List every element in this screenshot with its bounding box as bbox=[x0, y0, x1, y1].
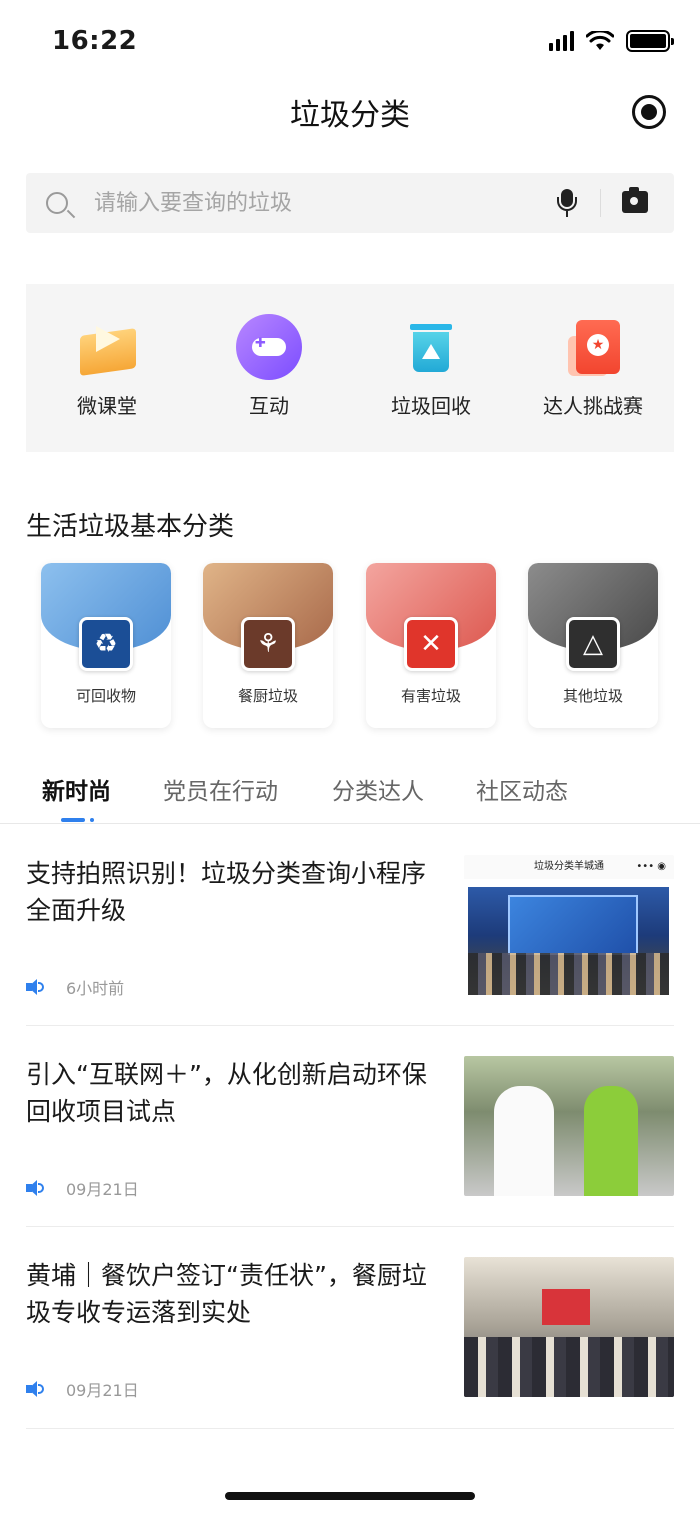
quick-item-label: 互动 bbox=[249, 394, 289, 418]
news-tabs: 新时尚 党员在行动 分类达人 社区动态 bbox=[0, 768, 700, 824]
news-meta: 09月21日 bbox=[26, 1377, 139, 1401]
news-thumbnail bbox=[464, 1257, 674, 1397]
recycle-bin-icon bbox=[398, 314, 464, 380]
tab-trend[interactable]: 新时尚 bbox=[42, 772, 111, 806]
hazardous-icon: ✕ bbox=[404, 617, 458, 671]
home-indicator[interactable] bbox=[225, 1492, 475, 1500]
microphone-icon[interactable] bbox=[557, 189, 577, 219]
quick-item-label: 垃圾回收 bbox=[391, 394, 471, 418]
news-title: 引入“互联网＋”，从化创新启动环保回收项目试点 bbox=[26, 1060, 427, 1126]
tab-party-members[interactable]: 党员在行动 bbox=[163, 772, 278, 806]
news-item[interactable]: 支持拍照识别！垃圾分类查询小程序全面升级 6小时前 垃圾分类羊城通 ••• ◉ bbox=[26, 855, 674, 1025]
category-card-food-waste[interactable]: ⚘ 餐厨垃圾 bbox=[203, 563, 333, 728]
category-label: 可回收物 bbox=[75, 687, 136, 705]
category-label: 餐厨垃圾 bbox=[237, 687, 298, 705]
news-photo bbox=[468, 887, 669, 995]
news-meta: 09月21日 bbox=[26, 1176, 139, 1200]
quick-item-recycle[interactable]: 垃圾回收 bbox=[350, 314, 512, 419]
category-card-hazardous[interactable]: ✕ 有害垃圾 bbox=[366, 563, 496, 728]
quick-item-challenge[interactable]: ★ 达人挑战赛 bbox=[512, 314, 674, 419]
food-waste-icon: ⚘ bbox=[241, 617, 295, 671]
news-title: 支持拍照识别！垃圾分类查询小程序全面升级 bbox=[26, 859, 427, 925]
news-time: 6小时前 bbox=[66, 979, 125, 998]
quick-item-interact[interactable]: 互动 bbox=[188, 314, 350, 419]
recyclable-icon: ♻ bbox=[79, 617, 133, 671]
page-title: 垃圾分类 bbox=[290, 98, 410, 133]
speaker-icon[interactable] bbox=[26, 1381, 44, 1397]
tab-indicator-dot bbox=[90, 818, 94, 822]
battery-icon bbox=[626, 30, 674, 52]
tab-indicator bbox=[61, 818, 85, 822]
search-bar[interactable] bbox=[26, 173, 674, 233]
quick-item-course[interactable]: 微课堂 bbox=[26, 314, 188, 419]
news-divider bbox=[26, 1428, 674, 1429]
news-item[interactable]: 引入“互联网＋”，从化创新启动环保回收项目试点 09月21日 bbox=[26, 1056, 674, 1226]
other-waste-icon: △ bbox=[566, 617, 620, 671]
medal-icon: ★ bbox=[560, 314, 626, 380]
cellular-signal-icon bbox=[549, 31, 574, 51]
news-title: 黄埔｜餐饮户签订“责任状”，餐厨垃圾专收专运落到实处 bbox=[26, 1261, 427, 1327]
status-time: 16:22 bbox=[52, 26, 138, 56]
section-title: 生活垃圾基本分类 bbox=[26, 512, 235, 542]
news-time: 09月21日 bbox=[66, 1381, 139, 1400]
quick-menu: 微课堂 互动 垃圾回收 ★ 达人挑战赛 bbox=[26, 284, 674, 452]
category-label: 有害垃圾 bbox=[400, 687, 461, 705]
news-meta: 6小时前 bbox=[26, 975, 124, 999]
news-thumbnail bbox=[464, 1056, 674, 1196]
news-divider bbox=[26, 1025, 674, 1026]
speaker-icon[interactable] bbox=[26, 1180, 44, 1196]
record-button-icon[interactable] bbox=[632, 95, 666, 129]
status-icons bbox=[549, 30, 674, 52]
speaker-icon[interactable] bbox=[26, 979, 44, 995]
search-icon bbox=[46, 192, 68, 214]
news-thumbnail: 垃圾分类羊城通 ••• ◉ bbox=[464, 855, 674, 995]
quick-item-label: 达人挑战赛 bbox=[543, 394, 643, 418]
gamepad-icon bbox=[236, 314, 302, 380]
status-bar: 16:22 bbox=[0, 0, 700, 84]
category-card-recyclable[interactable]: ♻ 可回收物 bbox=[41, 563, 171, 728]
wifi-icon bbox=[586, 31, 614, 50]
tab-community[interactable]: 社区动态 bbox=[476, 772, 568, 806]
thumbnail-header: 垃圾分类羊城通 ••• ◉ bbox=[464, 855, 674, 879]
camera-icon[interactable] bbox=[622, 187, 648, 213]
category-label: 其他垃圾 bbox=[562, 687, 623, 705]
thumbnail-header-text: 垃圾分类羊城通 bbox=[534, 861, 604, 872]
news-item[interactable]: 黄埔｜餐饮户签订“责任状”，餐厨垃圾专收专运落到实处 09月21日 bbox=[26, 1257, 674, 1427]
tab-sorting-experts[interactable]: 分类达人 bbox=[332, 772, 424, 806]
course-icon bbox=[74, 314, 140, 380]
quick-item-label: 微课堂 bbox=[77, 394, 137, 418]
news-time: 09月21日 bbox=[66, 1180, 139, 1199]
more-icon: ••• ◉ bbox=[636, 861, 666, 872]
news-divider bbox=[26, 1226, 674, 1227]
search-divider bbox=[600, 189, 601, 217]
search-input[interactable] bbox=[94, 173, 534, 233]
category-card-other[interactable]: △ 其他垃圾 bbox=[528, 563, 658, 728]
